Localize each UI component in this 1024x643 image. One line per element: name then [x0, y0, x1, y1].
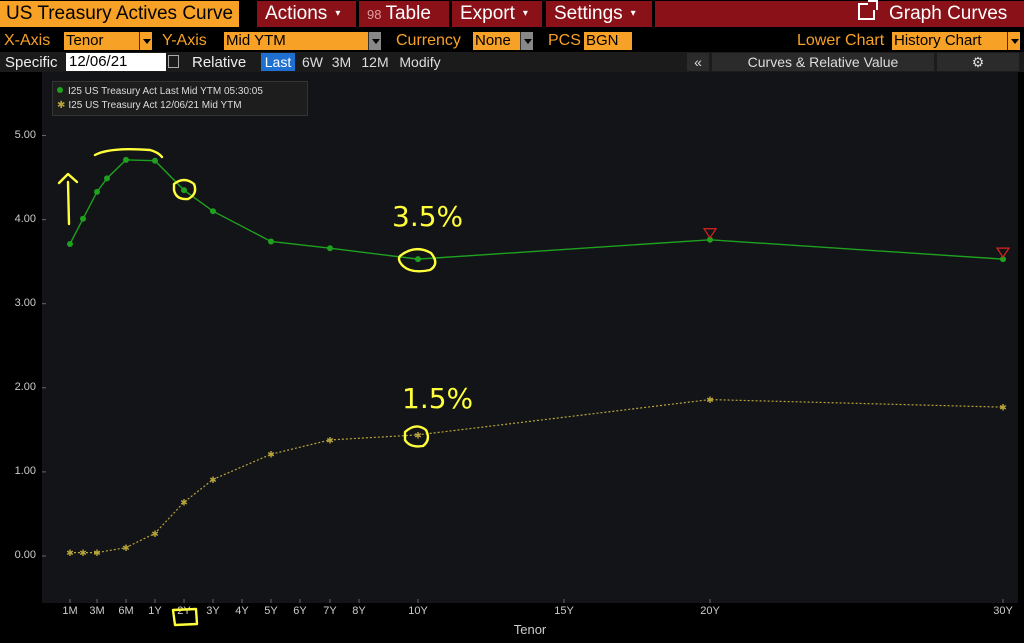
legend-item-current: I25 US Treasury Act Last Mid YTM 05:30:0… — [57, 85, 263, 99]
period-6w[interactable]: 6W — [300, 53, 325, 71]
chevron-down-icon: ▾ — [522, 8, 528, 19]
legend-item-prior: ✱ I25 US Treasury Act 12/06/21 Mid YTM — [57, 99, 242, 113]
annotation-box-2y — [171, 607, 199, 627]
chevron-down-icon — [520, 32, 533, 50]
chevron-down-icon — [1007, 32, 1020, 50]
table-menu-label: Table — [385, 3, 431, 24]
chevron-down-icon: ▾ — [335, 8, 341, 19]
marker-triangle — [702, 228, 718, 239]
data-point-current — [104, 175, 110, 182]
chevron-down-icon — [368, 32, 381, 50]
panel-title: Curves & Relative Value — [712, 53, 934, 71]
period-12m[interactable]: 12M — [358, 53, 392, 71]
pcs-field[interactable]: BGN — [584, 32, 632, 50]
export-menu-label: Export — [460, 3, 515, 25]
yaxis-dropdown[interactable]: Mid YTM — [224, 32, 381, 50]
annotation-arc — [93, 147, 164, 159]
green-dot-icon — [57, 87, 63, 93]
currency-label: Currency — [396, 32, 461, 49]
annotation-bottom: 1.5% — [402, 382, 474, 415]
lower-chart-dropdown[interactable]: History Chart — [892, 32, 1020, 50]
data-point-current — [152, 157, 158, 164]
pcs-label: PCS — [548, 32, 581, 49]
window-title: US Treasury Actives Curve — [0, 1, 240, 27]
pcs-value: BGN — [586, 32, 619, 49]
data-point-current — [327, 245, 333, 252]
title-bar: US Treasury Actives Curve Actions ▾ 98 Tab… — [0, 0, 1024, 28]
data-point-prior: ✱ — [414, 431, 422, 441]
lower-chart-value: History Chart — [894, 32, 982, 49]
data-point-prior: ✱ — [180, 499, 188, 509]
annotation-top: 3.5% — [392, 200, 464, 233]
actions-menu[interactable]: Actions ▾ — [257, 1, 356, 27]
data-point-prior: ✱ — [66, 549, 74, 559]
period-last[interactable]: Last — [261, 53, 295, 71]
relative-label: Relative — [192, 54, 247, 71]
period-3m[interactable]: 3M — [328, 53, 355, 71]
star-icon: ✱ — [57, 100, 66, 111]
external-link-icon — [858, 0, 878, 20]
data-point-current — [210, 208, 216, 215]
data-point-prior: ✱ — [151, 530, 159, 540]
chart-area: 0.00 1.00 2.00 3.00 4.00 5.00 1M 3M 6M 1Y 2Y 3Y 4Y 5… — [0, 72, 1024, 643]
collapse-icon[interactable]: « — [687, 53, 709, 71]
data-point-prior: ✱ — [209, 476, 217, 486]
actions-menu-label: Actions — [265, 3, 328, 25]
data-point-prior: ✱ — [93, 549, 101, 559]
specific-label: Specific — [5, 54, 58, 71]
data-point-current — [415, 256, 421, 263]
settings-menu-label: Settings — [554, 3, 623, 25]
xaxis-dropdown[interactable]: Tenor — [64, 32, 152, 50]
data-point-prior: ✱ — [79, 549, 87, 559]
data-point-current — [94, 188, 100, 195]
currency-dropdown[interactable]: None — [473, 32, 533, 50]
marker-triangle — [995, 247, 1011, 259]
data-point-current — [80, 215, 86, 222]
legend-label-current: I25 US Treasury Act Last Mid YTM 05:30:0… — [68, 86, 263, 97]
axis-controls: X-Axis Tenor Y-Axis Mid YTM Currency Non… — [0, 29, 1024, 52]
yaxis-value: Mid YTM — [226, 32, 286, 49]
data-point-prior: ✱ — [999, 404, 1007, 414]
graph-curves-button[interactable]: Graph Curves — [655, 0, 1024, 27]
chevron-down-icon — [139, 32, 152, 50]
yaxis-label: Y-Axis — [162, 32, 207, 49]
data-point-prior: ✱ — [122, 544, 130, 554]
chevron-down-icon: ▾ — [630, 8, 636, 19]
annotation-arrow — [57, 172, 79, 226]
modify-button[interactable]: Modify — [395, 53, 445, 71]
currency-value: None — [475, 32, 511, 49]
graph-curves-label: Graph Curves — [889, 3, 1008, 24]
xaxis-label: X-Axis — [4, 32, 51, 49]
calendar-icon[interactable] — [168, 55, 179, 68]
data-point-current — [67, 240, 73, 247]
data-point-prior: ✱ — [326, 436, 334, 446]
table-menu[interactable]: 98 Table — [359, 1, 449, 27]
yield-curve-plot[interactable]: ✱ ✱ ✱ ✱ ✱ ✱ ✱ ✱ ✱ ✱ ✱ ✱ — [0, 72, 1024, 643]
data-point-current — [181, 187, 187, 194]
lower-chart-label: Lower Chart — [797, 32, 885, 49]
legend-label-prior: I25 US Treasury Act 12/06/21 Mid YTM — [68, 100, 242, 111]
date-toolbar: Specific 12/06/21 Relative Last 6W 3M 12… — [0, 52, 1024, 72]
series-line-current — [69, 159, 1004, 260]
table-icon: 98 — [367, 7, 382, 22]
data-point-current — [123, 156, 129, 163]
export-menu[interactable]: Export ▾ — [452, 1, 542, 27]
data-point-prior: ✱ — [267, 451, 275, 461]
gear-icon[interactable]: ⚙ — [937, 53, 1019, 71]
chart-legend: I25 US Treasury Act Last Mid YTM 05:30:0… — [52, 81, 308, 116]
data-point-current — [268, 238, 274, 245]
date-input[interactable]: 12/06/21 — [66, 53, 166, 71]
data-point-prior: ✱ — [706, 396, 714, 406]
xaxis-value: Tenor — [66, 32, 104, 49]
settings-menu[interactable]: Settings ▾ — [546, 1, 652, 27]
